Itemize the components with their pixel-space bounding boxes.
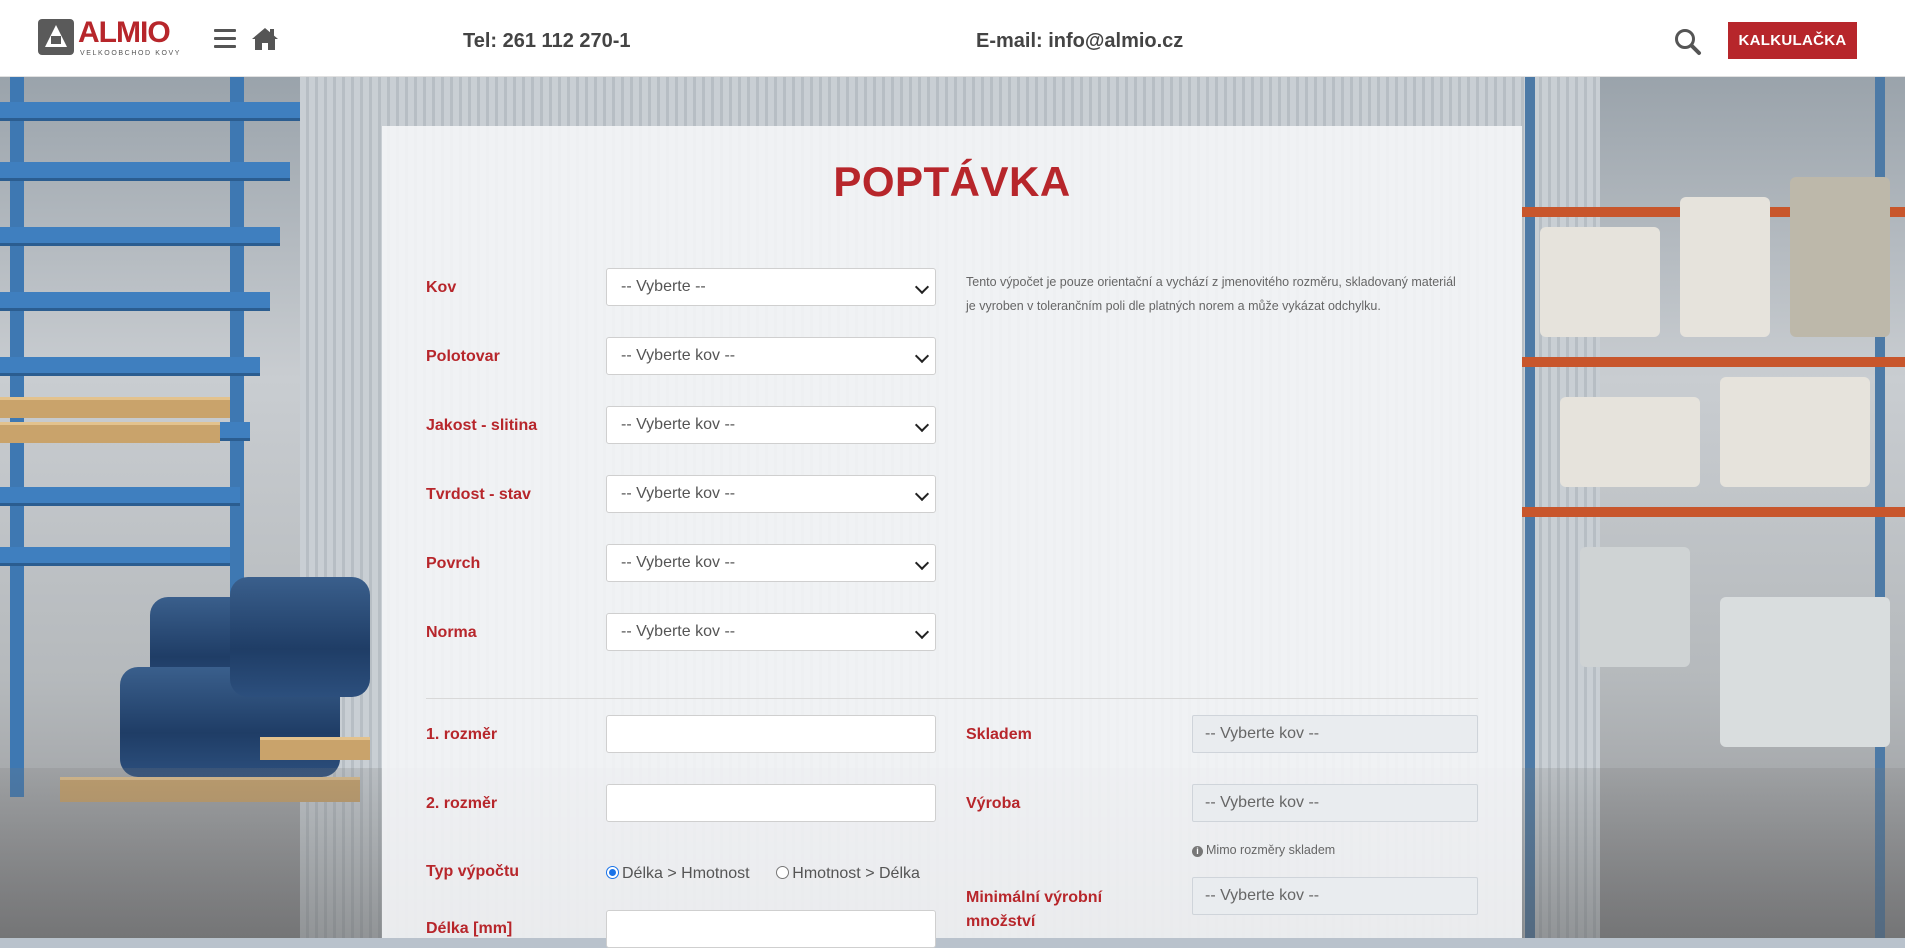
site-header: ALMIO VELKOOBCHOD KOVY Tel: 261 112 270-… xyxy=(0,0,1905,77)
semi-product-label: Polotovar xyxy=(426,348,500,365)
radio-length-to-weight-label[interactable]: Délka > Hmotnost xyxy=(622,865,750,882)
semi-product-select[interactable]: -- Vyberte kov -- xyxy=(606,337,936,375)
search-icon[interactable] xyxy=(1674,28,1702,56)
chevron-down-icon xyxy=(914,555,930,571)
dimension-1-input[interactable] xyxy=(606,715,936,753)
logo-text: ALMIO xyxy=(78,16,171,49)
norm-label: Norma xyxy=(426,624,477,641)
chevron-down-icon xyxy=(914,624,930,640)
disclaimer-note: Tento výpočet je pouze orientační a vych… xyxy=(966,275,1456,313)
length-input[interactable] xyxy=(606,910,936,948)
email-contact[interactable]: E-mail: info@almio.cz xyxy=(976,30,1183,53)
semi-product-select-value: -- Vyberte kov -- xyxy=(621,347,736,364)
metal-select[interactable]: -- Vyberte -- xyxy=(606,268,936,306)
production-label: Výroba xyxy=(966,795,1021,812)
production-field: -- Vyberte kov -- xyxy=(1192,784,1478,822)
home-icon[interactable] xyxy=(250,26,280,52)
section-divider xyxy=(426,698,1478,699)
out-of-stock-hint: i Mimo rozměry skladem xyxy=(1192,843,1335,857)
inquiry-form-panel: POPTÁVKA Tento výpočet je pouze orientač… xyxy=(382,126,1522,948)
surface-label: Povrch xyxy=(426,555,481,572)
norm-select[interactable]: -- Vyberte kov -- xyxy=(606,613,936,651)
metal-select-value: -- Vyberte -- xyxy=(621,278,706,295)
surface-select-value: -- Vyberte kov -- xyxy=(621,554,736,571)
phone-contact[interactable]: Tel: 261 112 270-1 xyxy=(463,30,631,53)
chevron-down-icon xyxy=(914,348,930,364)
radio-length-to-weight[interactable] xyxy=(606,866,619,879)
almio-logo[interactable]: ALMIO VELKOOBCHOD KOVY xyxy=(38,16,184,58)
calculator-button[interactable]: KALKULAČKA xyxy=(1728,22,1857,59)
stock-field: -- Vyberte kov -- xyxy=(1192,715,1478,753)
stock-label: Skladem xyxy=(966,726,1032,743)
calc-type-radio-group: Délka > Hmotnost Hmotnost > Délka xyxy=(606,865,920,883)
hardness-select-value: -- Vyberte kov -- xyxy=(621,485,736,502)
min-qty-field: -- Vyberte kov -- xyxy=(1192,877,1478,915)
chevron-down-icon xyxy=(914,417,930,433)
chevron-down-icon xyxy=(914,279,930,295)
radio-weight-to-length-label[interactable]: Hmotnost > Délka xyxy=(792,865,920,882)
surface-select[interactable]: -- Vyberte kov -- xyxy=(606,544,936,582)
grade-alloy-select-value: -- Vyberte kov -- xyxy=(621,416,736,433)
grade-alloy-select[interactable]: -- Vyberte kov -- xyxy=(606,406,936,444)
chevron-down-icon xyxy=(914,486,930,502)
calc-type-label: Typ výpočtu xyxy=(426,863,520,880)
hardness-select[interactable]: -- Vyberte kov -- xyxy=(606,475,936,513)
dimension-1-label: 1. rozměr xyxy=(426,726,498,743)
logo-subtitle: VELKOOBCHOD KOVY xyxy=(80,50,182,57)
out-of-stock-hint-text: Mimo rozměry skladem xyxy=(1206,843,1336,857)
logo-mark-icon xyxy=(38,19,74,55)
hardness-label: Tvrdost - stav xyxy=(426,486,531,503)
norm-select-value: -- Vyberte kov -- xyxy=(621,623,736,640)
length-label: Délka [mm] xyxy=(426,920,513,937)
page-title: POPTÁVKA xyxy=(833,158,1071,205)
min-qty-label: Minimální výrobní množství xyxy=(966,889,1103,930)
dimension-2-label: 2. rozměr xyxy=(426,795,498,812)
grade-alloy-label: Jakost - slitina xyxy=(426,417,538,434)
dimension-2-input[interactable] xyxy=(606,784,936,822)
info-icon: i xyxy=(1192,846,1203,857)
metal-label: Kov xyxy=(426,279,457,296)
menu-icon[interactable] xyxy=(214,29,236,49)
radio-weight-to-length[interactable] xyxy=(776,866,790,879)
